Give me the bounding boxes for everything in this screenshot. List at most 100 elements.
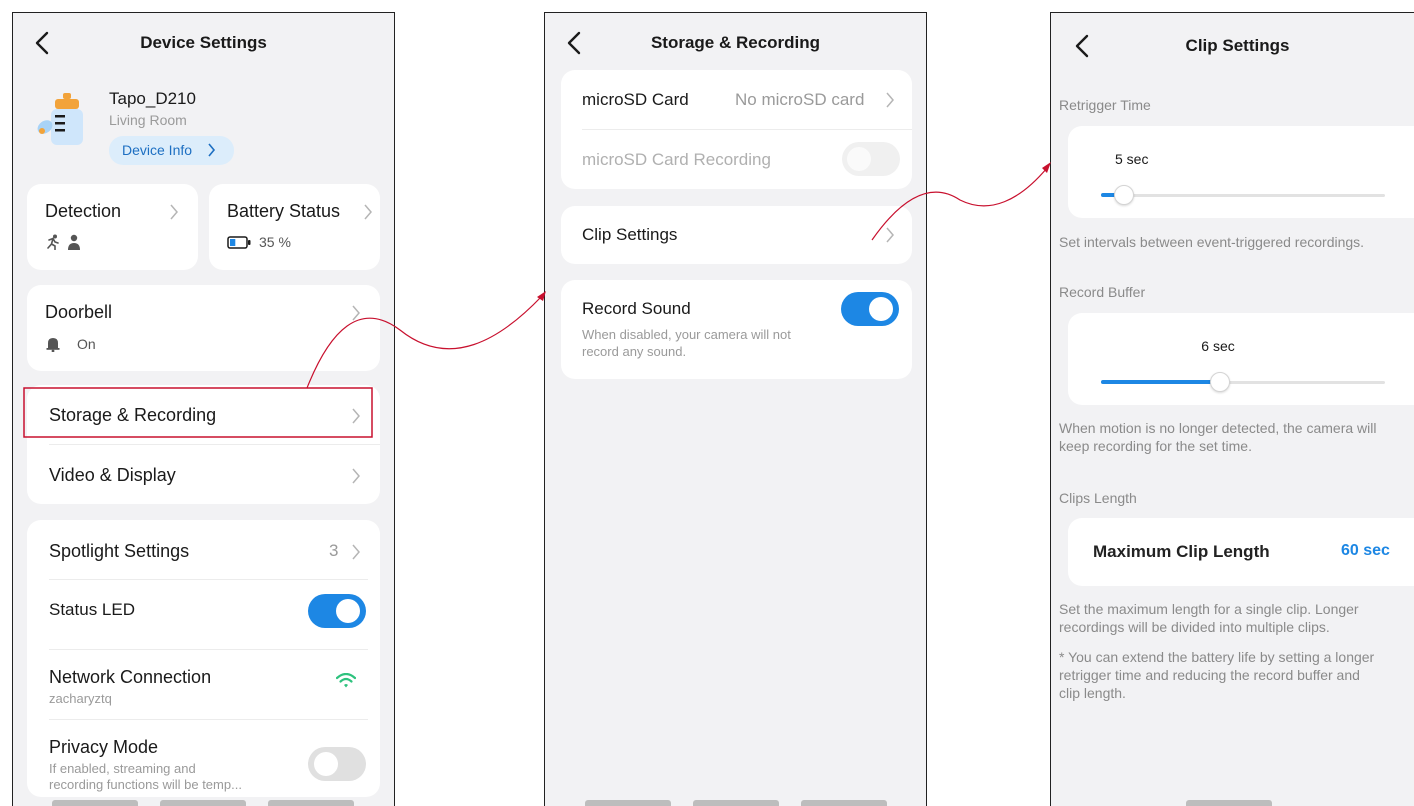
microsd-card-label: microSD Card [582, 90, 689, 109]
header: Clip Settings [1051, 30, 1414, 62]
status-led-row: Status LED [27, 580, 380, 640]
microsd-recording-row: microSD Card Recording [561, 130, 912, 189]
bottom-nav-button[interactable] [1186, 800, 1272, 806]
bottom-nav-button[interactable] [693, 800, 779, 806]
page-title: Device Settings [140, 33, 267, 52]
clip-settings-row[interactable]: Clip Settings [561, 206, 912, 264]
record-sound-desc-line1: When disabled, your camera will not [582, 327, 791, 342]
privacy-mode-toggle[interactable] [308, 747, 366, 781]
spotlight-count: 3 [329, 541, 339, 560]
header: Storage & Recording [545, 27, 926, 59]
buffer-card: 6 sec [1068, 313, 1414, 405]
retrigger-value: 5 sec [1115, 151, 1149, 167]
settings-card: Spotlight Settings 3 Status LED Network … [27, 520, 380, 797]
retrigger-description: Set intervals between event-triggered re… [1059, 234, 1365, 250]
chevron-right-icon [351, 305, 361, 321]
max-clip-length-label: Maximum Clip Length [1093, 542, 1270, 561]
network-ssid: zacharyztq [49, 691, 112, 706]
record-sound-toggle[interactable] [841, 292, 899, 326]
privacy-mode-desc-line2: recording functions will be temp... [49, 777, 242, 792]
bottom-nav-button[interactable] [52, 800, 138, 806]
battery-note-line3: clip length. [1059, 685, 1126, 701]
chevron-right-icon [169, 204, 179, 220]
battery-note-line1: * You can extend the battery life by set… [1059, 649, 1375, 665]
page-title: Storage & Recording [650, 33, 821, 52]
detection-card[interactable]: Detection [27, 184, 198, 270]
bottom-nav-button[interactable] [801, 800, 887, 806]
person-icon [67, 234, 81, 255]
device-icon [35, 93, 87, 149]
max-clip-length-value: 60 sec [1341, 542, 1390, 559]
retrigger-card: 5 sec [1068, 126, 1414, 218]
wifi-icon [335, 672, 357, 694]
clips-desc-line1: Set the maximum length for a single clip… [1059, 601, 1359, 617]
bottom-nav-button[interactable] [268, 800, 354, 806]
clips-section-label: Clips Length [1059, 490, 1137, 506]
clips-desc-line2: recordings will be divided into multiple… [1059, 619, 1330, 635]
bottom-nav-button[interactable] [160, 800, 246, 806]
microsd-card: microSD Card No microSD card microSD Car… [561, 70, 912, 189]
device-info-label: Device Info [122, 142, 193, 158]
network-connection-row[interactable]: Network Connection zacharyztq [27, 650, 380, 712]
page-title: Clip Settings [1185, 36, 1290, 55]
slider-thumb[interactable] [1210, 372, 1230, 392]
bottom-nav-button[interactable] [585, 800, 671, 806]
chevron-right-icon [351, 408, 361, 424]
buffer-section-label: Record Buffer [1059, 284, 1146, 300]
running-person-icon [45, 234, 61, 255]
video-display-row[interactable]: Video & Display [27, 445, 380, 504]
record-sound-desc-line2: record any sound. [582, 344, 687, 359]
device-room: Living Room [109, 112, 187, 128]
device-name: Tapo_D210 [109, 89, 196, 108]
spotlight-settings-row[interactable]: Spotlight Settings 3 [27, 520, 380, 580]
toggle-knob [336, 599, 360, 623]
storage-recording-row[interactable]: Storage & Recording [27, 385, 380, 444]
chevron-right-icon [351, 544, 361, 560]
device-settings-screen: Device Settings Tapo_D210 Living Room De… [12, 12, 395, 806]
privacy-mode-label: Privacy Mode [49, 737, 159, 757]
microsd-card-value: No microSD card [735, 90, 865, 109]
doorbell-card[interactable]: Doorbell On [27, 285, 380, 371]
microsd-recording-toggle[interactable] [842, 142, 900, 176]
privacy-mode-desc-line1: If enabled, streaming and [49, 761, 196, 776]
chevron-right-icon [885, 92, 895, 108]
video-display-label: Video & Display [49, 465, 176, 485]
detection-label: Detection [45, 201, 122, 221]
buffer-desc-line1: When motion is no longer detected, the c… [1059, 420, 1377, 436]
status-led-toggle[interactable] [308, 594, 366, 628]
storage-video-card: Storage & Recording Video & Display [27, 385, 380, 504]
status-led-label: Status LED [49, 600, 135, 619]
chevron-right-icon [207, 143, 216, 162]
max-clip-length-row[interactable]: Maximum Clip Length 60 sec [1068, 518, 1414, 586]
toggle-knob [869, 297, 893, 321]
chevron-right-icon [885, 227, 895, 243]
battery-status-card[interactable]: Battery Status 35 % [209, 184, 380, 270]
device-info-button[interactable]: Device Info [109, 136, 234, 165]
slider-fill [1101, 380, 1220, 384]
clip-settings-label: Clip Settings [582, 225, 678, 244]
battery-status-label: Battery Status [227, 201, 341, 221]
buffer-value: 6 sec [1201, 338, 1235, 354]
header: Device Settings [13, 27, 394, 59]
battery-icon [227, 236, 251, 254]
chevron-right-icon [363, 204, 373, 220]
battery-level: 35 % [259, 234, 291, 250]
clip-settings-screen: Clip Settings Retrigger Time 5 sec Set i… [1050, 12, 1414, 806]
privacy-mode-row: Privacy Mode If enabled, streaming and r… [27, 720, 380, 797]
storage-recording-screen: Storage & Recording microSD Card No micr… [544, 12, 927, 806]
retrigger-slider[interactable] [1101, 184, 1385, 206]
record-sound-label: Record Sound [582, 299, 691, 318]
record-sound-card: Record Sound When disabled, your camera … [561, 280, 912, 379]
spotlight-settings-label: Spotlight Settings [49, 541, 190, 561]
slider-thumb[interactable] [1114, 185, 1134, 205]
battery-note-line2: retrigger time and reducing the record b… [1059, 667, 1360, 683]
network-connection-label: Network Connection [49, 667, 212, 687]
buffer-slider[interactable] [1101, 371, 1385, 393]
toggle-knob [847, 147, 871, 171]
slider-track [1101, 194, 1385, 197]
buffer-desc-line2: keep recording for the set time. [1059, 438, 1252, 454]
chevron-right-icon [351, 468, 361, 484]
microsd-card-row[interactable]: microSD Card No microSD card [561, 70, 912, 129]
microsd-recording-label: microSD Card Recording [582, 150, 771, 169]
bell-icon [45, 336, 61, 357]
